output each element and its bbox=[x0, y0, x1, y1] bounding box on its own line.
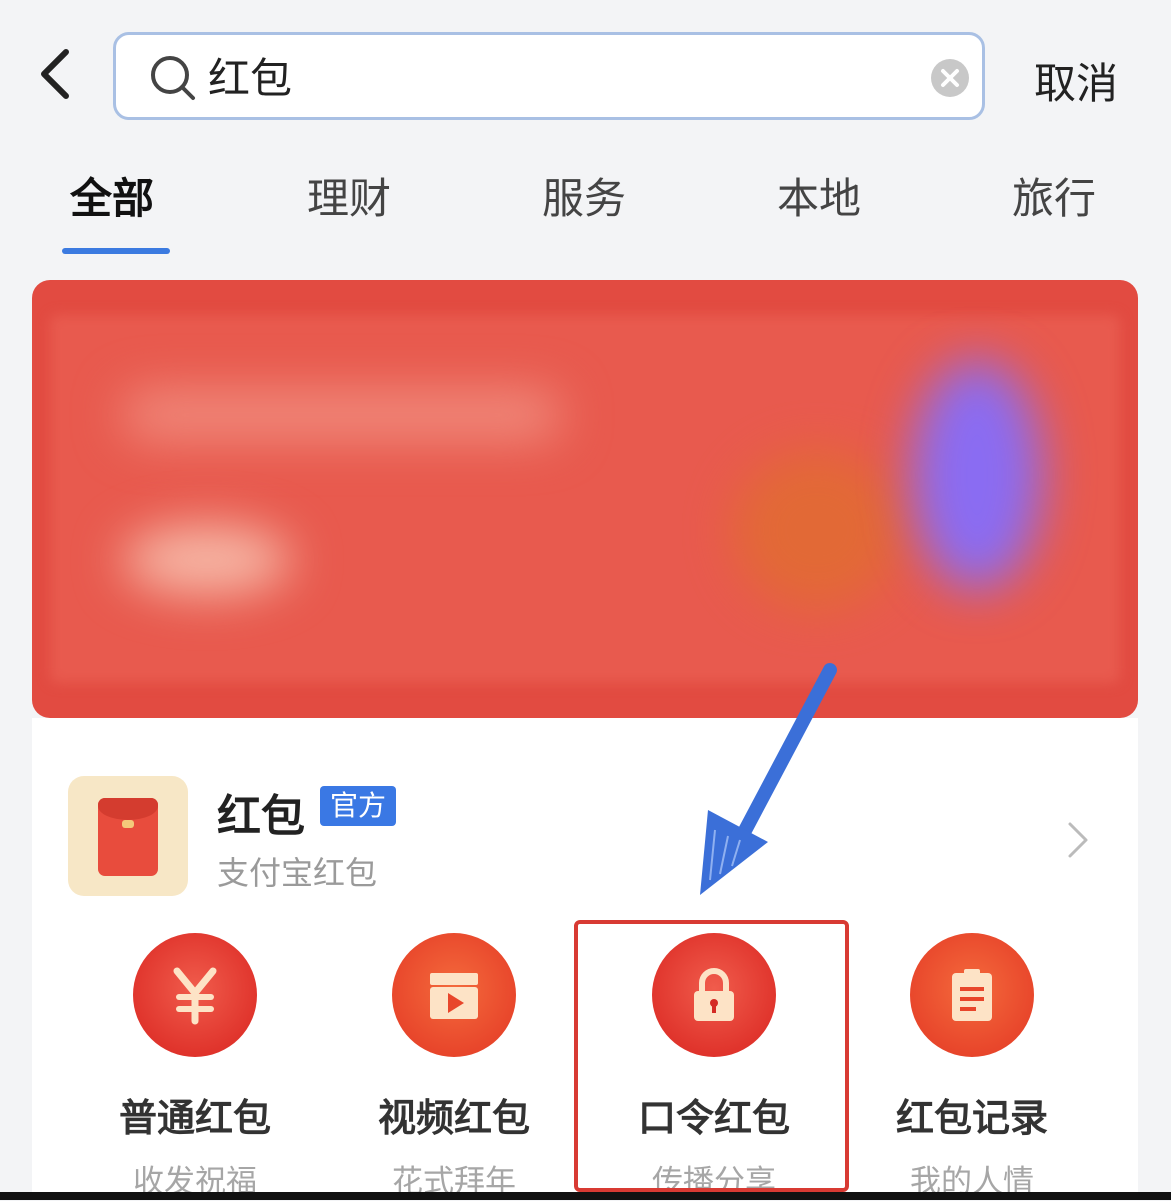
tab-travel[interactable]: 旅行 bbox=[1012, 165, 1096, 226]
tab-services[interactable]: 服务 bbox=[542, 165, 626, 226]
feature-circle bbox=[133, 933, 257, 1057]
close-icon bbox=[941, 69, 959, 87]
feature-video-red-packet[interactable]: 视频红包 花式拜年 bbox=[354, 933, 554, 1200]
app-subtitle: 支付宝红包 bbox=[217, 854, 378, 892]
search-icon bbox=[151, 56, 195, 100]
video-clapper-icon bbox=[430, 973, 478, 1019]
clipboard-icon bbox=[952, 969, 992, 1021]
banner-blur-orange bbox=[732, 450, 902, 610]
app-name[interactable]: 红包 bbox=[217, 780, 305, 844]
search-input[interactable] bbox=[208, 45, 908, 105]
category-tabs: 全部 理财 服务 本地 旅行 bbox=[0, 165, 1171, 255]
banner-blur-stripe bbox=[122, 390, 562, 440]
chevron-right-icon[interactable] bbox=[1062, 818, 1092, 862]
promo-banner[interactable] bbox=[32, 280, 1138, 718]
feature-normal-red-packet[interactable]: 普通红包 收发祝福 bbox=[95, 933, 295, 1200]
feature-circle bbox=[910, 933, 1034, 1057]
tab-local[interactable]: 本地 bbox=[777, 165, 861, 226]
envelope-seal bbox=[122, 820, 134, 828]
back-button[interactable] bbox=[32, 44, 82, 104]
active-tab-indicator bbox=[62, 248, 170, 254]
tab-all[interactable]: 全部 bbox=[70, 165, 154, 226]
pointer-arrow-icon bbox=[700, 663, 837, 895]
yuan-icon bbox=[173, 967, 217, 1025]
bottom-edge bbox=[0, 1192, 1171, 1200]
cancel-button[interactable]: 取消 bbox=[1034, 50, 1118, 111]
search-bar[interactable] bbox=[113, 32, 985, 120]
red-envelope-icon[interactable] bbox=[68, 776, 188, 896]
highlight-box bbox=[574, 920, 849, 1192]
feature-circle bbox=[392, 933, 516, 1057]
feature-label: 红包记录 bbox=[895, 1096, 1048, 1140]
chevron-left-icon bbox=[41, 49, 69, 99]
tab-finance[interactable]: 理财 bbox=[307, 165, 391, 226]
banner-blur-purple bbox=[912, 360, 1042, 590]
clear-button[interactable] bbox=[931, 59, 969, 97]
feature-red-packet-records[interactable]: 红包记录 我的人情 bbox=[872, 933, 1072, 1200]
envelope-body bbox=[98, 798, 158, 876]
feature-label: 视频红包 bbox=[377, 1096, 530, 1140]
envelope-flap bbox=[98, 798, 158, 820]
banner-blur-spot bbox=[122, 525, 292, 595]
official-badge: 官方 bbox=[320, 786, 397, 826]
feature-label: 普通红包 bbox=[118, 1096, 271, 1140]
